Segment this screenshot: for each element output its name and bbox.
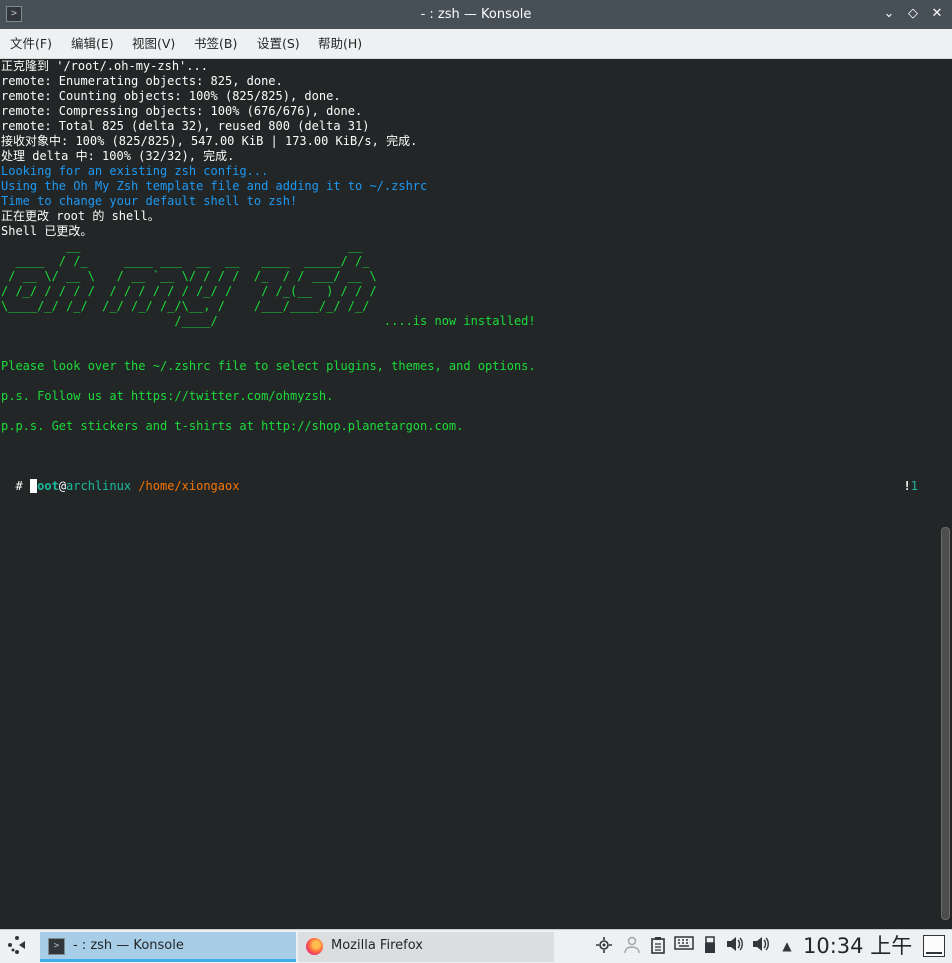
konsole-icon: > [48, 938, 65, 955]
window-titlebar[interactable]: > - : zsh — Konsole ⌄ ◇ ✕ [0, 0, 952, 29]
volume-glyph [727, 937, 743, 951]
text-cursor [29, 479, 37, 493]
launcher-glyph [8, 936, 25, 954]
terminal-view[interactable]: 正克隆到 '/root/.oh-my-zsh'... remote: Enume… [0, 59, 952, 929]
terminal-line: 处理 delta 中: 100% (32/32), 完成. [1, 149, 235, 163]
audio-glyph [753, 937, 769, 951]
task-label: Mozilla Firefox [331, 938, 423, 953]
terminal-scrollbar[interactable] [941, 527, 950, 920]
clock[interactable]: 10:34 上午 [803, 930, 912, 962]
menubar: 文件(F) 编辑(E) 视图(V) 书签(B) 设置(S) 帮助(H) [0, 29, 952, 59]
window-title: - : zsh — Konsole [420, 7, 532, 22]
task-konsole[interactable]: > - : zsh — Konsole [40, 932, 296, 962]
terminal-line: Looking for an existing zsh config... [1, 164, 269, 178]
terminal-line: p.s. Follow us at https://twitter.com/oh… [1, 389, 334, 403]
menu-bookmarks[interactable]: 书签(B) [194, 29, 237, 59]
minimize-icon[interactable]: ⌄ [880, 5, 898, 23]
git-status-count: 1 [910, 479, 918, 493]
terminal-line: Time to change your default shell to zsh… [1, 194, 298, 208]
terminal-line: p.p.s. Get stickers and t-shirts at http… [1, 419, 464, 433]
kde-connect-icon[interactable] [594, 936, 614, 956]
ascii-art-line: / /_/ / / / / / / / / / / /_/ / / /_(__ … [1, 284, 384, 298]
clipboard-icon[interactable] [648, 936, 668, 956]
close-icon[interactable]: ✕ [928, 5, 946, 23]
user-glyph [624, 936, 640, 954]
terminal-line: 正克隆到 '/root/.oh-my-zsh'... [1, 59, 208, 73]
usb-device-icon[interactable] [700, 936, 720, 956]
ascii-art-line: / __ \/ __ \ / __ `__ \/ / / / /_ / / __… [1, 269, 384, 283]
taskbar: > - : zsh — Konsole Mozilla Firefox ▲ 10… [0, 929, 952, 963]
menu-settings[interactable]: 设置(S) [257, 29, 300, 59]
terminal-line: remote: Total 825 (delta 32), reused 800… [1, 119, 370, 133]
terminal-line: remote: Enumerating objects: 825, done. [1, 74, 283, 88]
terminal-line: Using the Oh My Zsh template file and ad… [1, 179, 428, 193]
usb-glyph [705, 936, 715, 953]
menu-edit[interactable]: 编辑(E) [71, 29, 114, 59]
audio-icon[interactable] [751, 936, 771, 956]
terminal-line: Please look over the ~/.zshrc file to se… [1, 359, 536, 373]
ascii-art-line: __ __ [1, 239, 384, 253]
terminal-line: 接收对象中: 100% (825/825), 547.00 KiB | 173.… [1, 134, 418, 148]
prompt-host: archlinux [66, 479, 132, 493]
terminal-line: 正在更改 root 的 shell。 [1, 209, 160, 223]
menu-view[interactable]: 视图(V) [132, 29, 175, 59]
user-icon[interactable] [622, 936, 642, 956]
kde-connect-glyph [596, 937, 612, 953]
clipboard-glyph [651, 937, 665, 954]
git-status-mark: ! [903, 479, 911, 493]
show-desktop-icon[interactable] [923, 935, 945, 957]
task-label: - : zsh — Konsole [73, 938, 184, 953]
volume-icon[interactable] [725, 936, 745, 956]
task-firefox[interactable]: Mozilla Firefox [298, 932, 554, 962]
prompt-line: root@archlinux /home/xiongaox [1, 464, 240, 493]
menu-file[interactable]: 文件(F) [10, 29, 52, 59]
terminal-line: remote: Compressing objects: 100% (676/6… [1, 104, 363, 118]
ascii-art-line: \____/_/ /_/ /_/ /_/ /_/\__, / /___/____… [1, 299, 384, 313]
terminal-line: remote: Counting objects: 100% (825/825)… [1, 89, 341, 103]
input-line[interactable]: # [1, 479, 37, 494]
git-status: !1 [904, 479, 918, 494]
expand-tray-icon[interactable]: ▲ [777, 936, 797, 956]
ascii-art-line: /____/ ....is now installed! [1, 314, 536, 328]
prompt-path: /home/xiongaox [138, 479, 240, 493]
terminal-line: Shell 已更改。 [1, 224, 93, 238]
ascii-art-line: ____ / /_ ____ ___ __ __ ____ _____/ /_ [1, 254, 384, 268]
firefox-icon [306, 938, 323, 955]
maximize-icon[interactable]: ◇ [904, 5, 922, 23]
menu-help[interactable]: 帮助(H) [318, 29, 362, 59]
keyboard-icon[interactable] [674, 936, 694, 956]
prompt-symbol: # [15, 479, 23, 493]
prompt-at: @ [58, 479, 67, 493]
application-launcher-icon[interactable] [4, 934, 30, 960]
keyboard-glyph [674, 936, 694, 950]
